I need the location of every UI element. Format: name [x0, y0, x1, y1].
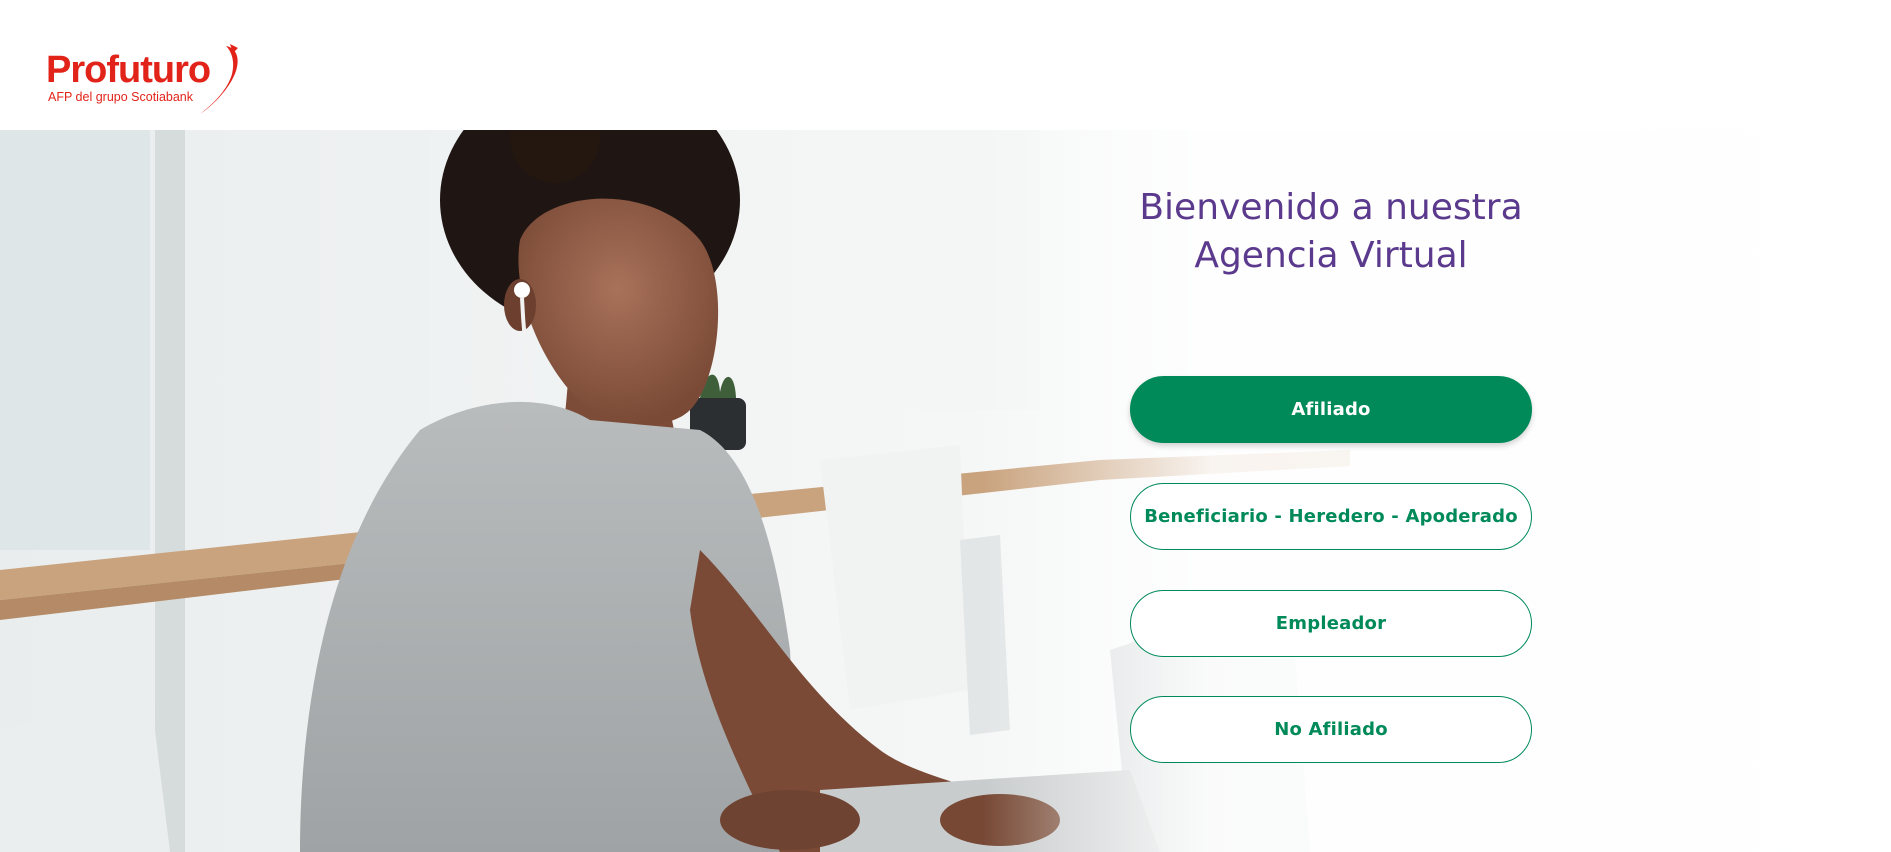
afiliado-button[interactable]: Afiliado	[1130, 376, 1532, 443]
hero-banner	[0, 130, 1891, 852]
logo-tagline: AFP del grupo Scotiabank	[48, 90, 194, 104]
login-options-panel: Bienvenido a nuestra Agencia Virtual Afi…	[1130, 130, 1532, 770]
welcome-title: Bienvenido a nuestra Agencia Virtual	[1130, 184, 1532, 280]
beneficiario-heredero-apoderado-button[interactable]: Beneficiario - Heredero - Apoderado	[1130, 483, 1532, 550]
profuturo-logo[interactable]: Profuturo AFP del grupo Scotiabank	[46, 44, 256, 120]
welcome-title-line2: Agencia Virtual	[1194, 235, 1468, 276]
header: Profuturo AFP del grupo Scotiabank	[0, 0, 1891, 130]
no-afiliado-button[interactable]: No Afiliado	[1130, 696, 1532, 763]
hero-fade-overlay	[0, 130, 1891, 852]
logo-swoosh-icon	[200, 44, 238, 114]
empleador-button[interactable]: Empleador	[1130, 590, 1532, 657]
welcome-title-line1: Bienvenido a nuestra	[1139, 187, 1523, 228]
